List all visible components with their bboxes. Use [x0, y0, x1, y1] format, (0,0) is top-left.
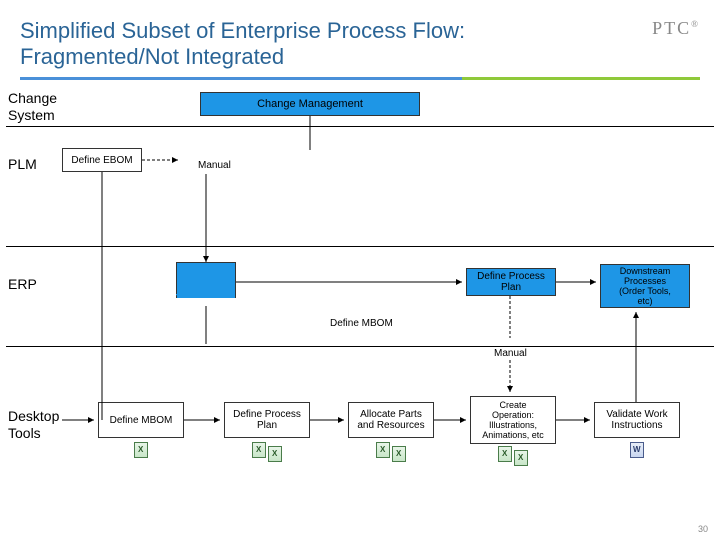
excel-icon — [498, 446, 512, 462]
divider-2 — [6, 246, 714, 247]
excel-icon — [514, 450, 528, 466]
ptc-logo: PTC® — [652, 18, 700, 39]
word-icon — [630, 442, 644, 458]
box-define-mbom-desktop: Define MBOM — [98, 402, 184, 438]
divider-1 — [6, 126, 714, 127]
box-define-ebom: Define EBOM — [62, 148, 142, 172]
title-area: Simplified Subset of Enterprise Process … — [0, 0, 720, 88]
label-manual-2: Manual — [494, 348, 527, 359]
box-change-management: Change Management — [200, 92, 420, 116]
title-line-1: Simplified Subset of Enterprise Process … — [20, 18, 465, 43]
row-label-erp: ERP — [8, 276, 37, 293]
excel-icon — [134, 442, 148, 458]
excel-icon — [376, 442, 390, 458]
box-validate-work: Validate Work Instructions — [594, 402, 680, 438]
row-label-desktop-tools: Desktop Tools — [8, 408, 59, 442]
box-allocate-parts: Allocate Parts and Resources — [348, 402, 434, 438]
box-define-process-plan-desktop: Define Process Plan — [224, 402, 310, 438]
box-create-operation: Create Operation: Illustrations, Animati… — [470, 396, 556, 444]
slide-title: Simplified Subset of Enterprise Process … — [20, 18, 700, 71]
page-number: 30 — [698, 524, 708, 534]
row-label-change-system: Change System — [8, 90, 57, 124]
excel-icon — [252, 442, 266, 458]
logo-registered: ® — [691, 19, 700, 29]
excel-icon — [392, 446, 406, 462]
label-define-mbom: Define MBOM — [330, 318, 393, 329]
logo-text: PTC — [652, 18, 691, 38]
document-shape — [176, 262, 236, 298]
divider-3 — [6, 346, 714, 347]
row-label-plm: PLM — [8, 156, 37, 173]
box-downstream-processes: Downstream Processes (Order Tools, etc) — [600, 264, 690, 308]
title-line-2: Fragmented/Not Integrated — [20, 44, 284, 69]
label-manual-1: Manual — [198, 160, 231, 171]
excel-icon — [268, 446, 282, 462]
diagram-area: Change System PLM ERP Desktop Tools Chan… — [0, 88, 720, 540]
title-underline — [20, 77, 700, 80]
box-define-process-plan-erp: Define Process Plan — [466, 268, 556, 296]
